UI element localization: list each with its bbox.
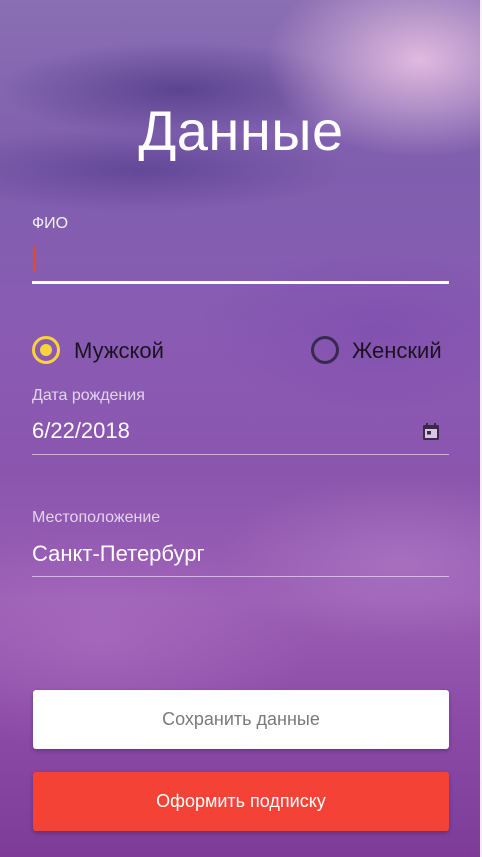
fio-underline [32,281,449,284]
birth-date-underline [32,454,449,455]
fio-label: ФИО [32,215,69,232]
calendar-icon[interactable] [421,422,441,442]
location-label: Местоположение [32,509,161,526]
location-input[interactable]: Санкт-Петербург [32,541,205,567]
gender-male-radio[interactable] [32,336,60,364]
gender-female-label[interactable]: Женский [352,338,442,364]
gender-female-radio[interactable] [311,336,339,364]
page-title: Данные [138,99,344,162]
birth-date-input[interactable]: 6/22/2018 [32,418,130,444]
birth-date-label: Дата рождения [32,387,145,404]
gender-male-label[interactable]: Мужской [74,338,164,364]
save-button[interactable]: Сохранить данные [33,690,449,749]
text-cursor [33,246,35,272]
fio-input[interactable] [32,240,449,284]
subscribe-button[interactable]: Оформить подписку [33,772,449,831]
location-underline [32,576,449,577]
radio-dot [40,344,52,356]
